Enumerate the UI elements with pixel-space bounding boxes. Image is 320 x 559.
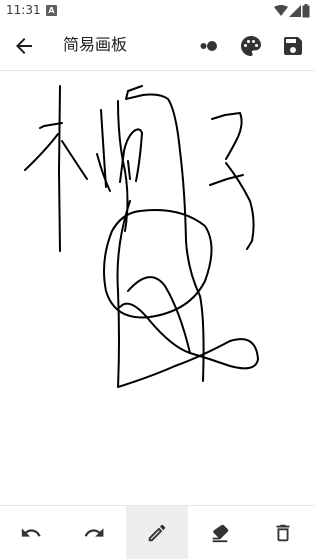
status-indicators <box>274 3 310 19</box>
trash-icon <box>276 524 289 541</box>
drawing-strokes <box>24 85 259 388</box>
stroke <box>211 112 243 160</box>
arrow-back-icon <box>16 38 32 54</box>
stroke <box>61 140 88 180</box>
undo-button[interactable] <box>0 506 63 559</box>
redo-button[interactable] <box>63 506 126 559</box>
bottom-toolbar <box>0 505 314 559</box>
save-button[interactable] <box>281 34 305 58</box>
color-palette-button[interactable] <box>239 34 263 58</box>
status-bar: 11:31 A <box>0 0 314 22</box>
palette-icon <box>241 36 261 56</box>
stroke <box>58 85 61 252</box>
drawing-canvas[interactable] <box>0 71 314 505</box>
redo-icon <box>84 527 104 537</box>
stroke <box>24 133 59 171</box>
save-icon <box>284 37 302 55</box>
undo-icon <box>22 527 42 537</box>
stroke <box>119 128 143 183</box>
app-bar: 简易画板 <box>0 22 314 71</box>
back-button[interactable] <box>12 34 36 58</box>
page-title: 简易画板 <box>63 35 128 54</box>
notification-icon: A <box>46 5 57 16</box>
wifi-icon <box>274 5 288 16</box>
stroke <box>103 209 213 319</box>
battery-icon <box>302 4 310 18</box>
pencil-icon <box>148 524 166 541</box>
pen-tool-button[interactable] <box>125 506 189 559</box>
stroke <box>127 160 131 180</box>
stroke <box>116 200 259 388</box>
stroke-width-button[interactable] <box>197 34 221 58</box>
stroke-width-icon <box>200 41 217 51</box>
eraser-button[interactable] <box>188 506 251 559</box>
status-time: 11:31 <box>6 3 41 17</box>
eraser-icon <box>212 524 229 542</box>
clear-button[interactable] <box>251 506 314 559</box>
signal-icon <box>289 5 301 17</box>
